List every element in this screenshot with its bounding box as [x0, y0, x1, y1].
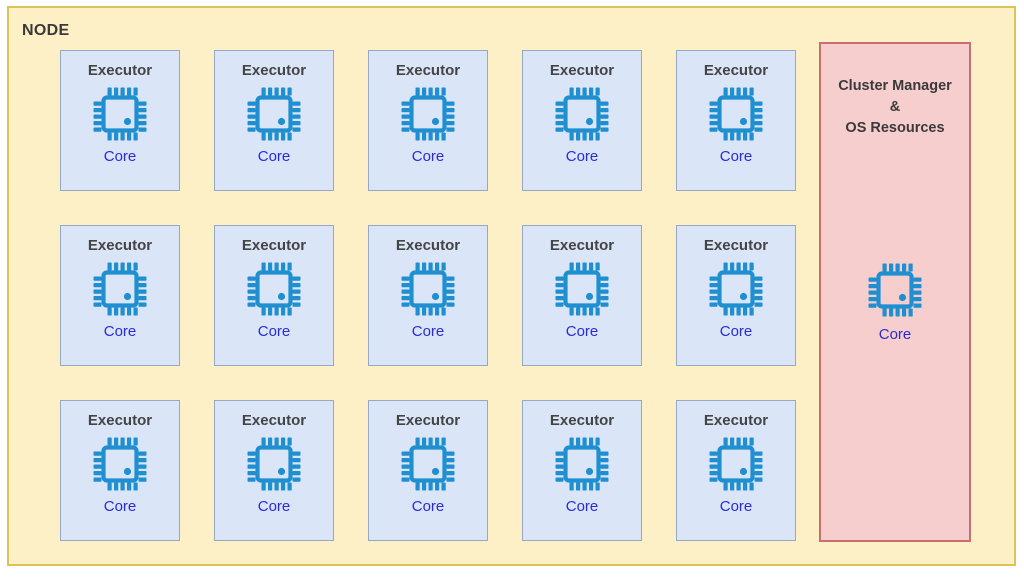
executor-card[interactable]: Executor Core [676, 400, 796, 541]
executor-core-label: Core [411, 498, 445, 515]
executor-label: Executor [703, 412, 769, 429]
executor-card[interactable]: Executor Core [60, 50, 180, 191]
executor-card[interactable]: Executor Core [522, 50, 642, 191]
cluster-core-label: Core [878, 326, 912, 343]
executor-label: Executor [241, 62, 307, 79]
executor-label: Executor [549, 62, 615, 79]
cluster-title-line-1: Cluster Manager [838, 78, 952, 94]
executor-label: Executor [395, 237, 461, 254]
executor-label: Executor [241, 237, 307, 254]
executor-card[interactable]: Executor Core [522, 225, 642, 366]
cluster-title-line-3: OS Resources [845, 120, 945, 137]
executor-card[interactable]: Executor Core [60, 225, 180, 366]
executor-label: Executor [395, 412, 461, 429]
executor-card[interactable]: Executor Core [214, 50, 334, 191]
executor-card[interactable]: Executor Core [368, 50, 488, 191]
executor-label: Executor [549, 237, 615, 254]
cpu-chip-icon [246, 261, 302, 317]
cluster-manager-title: Cluster Manager & OS Resources [821, 76, 969, 139]
cpu-chip-icon [400, 86, 456, 142]
cpu-chip-icon [708, 261, 764, 317]
executor-label: Executor [87, 412, 153, 429]
executor-core-label: Core [411, 148, 445, 165]
executor-grid: Executor Core Executor Core Executor Core Exec… [60, 50, 796, 550]
cluster-core-group: Core [821, 262, 969, 343]
cpu-chip-icon [554, 86, 610, 142]
executor-card[interactable]: Executor Core [676, 50, 796, 191]
executor-card[interactable]: Executor Core [522, 400, 642, 541]
executor-card[interactable]: Executor Core [676, 225, 796, 366]
executor-core-label: Core [565, 498, 599, 515]
executor-core-label: Core [103, 323, 137, 340]
cpu-chip-icon [246, 86, 302, 142]
executor-core-label: Core [103, 148, 137, 165]
executor-core-label: Core [257, 148, 291, 165]
executor-core-label: Core [719, 498, 753, 515]
cpu-chip-icon [92, 86, 148, 142]
executor-card[interactable]: Executor Core [368, 400, 488, 541]
executor-core-label: Core [719, 323, 753, 340]
cpu-chip-icon [92, 436, 148, 492]
executor-core-label: Core [257, 323, 291, 340]
cpu-chip-icon [400, 261, 456, 317]
cpu-chip-icon [400, 436, 456, 492]
cluster-title-line-2: & [889, 99, 901, 116]
executor-card[interactable]: Executor Core [60, 400, 180, 541]
executor-card[interactable]: Executor Core [214, 225, 334, 366]
executor-label: Executor [703, 237, 769, 254]
cpu-chip-icon [867, 262, 923, 318]
node-title: NODE [22, 22, 70, 39]
cpu-chip-icon [708, 436, 764, 492]
executor-card[interactable]: Executor Core [214, 400, 334, 541]
executor-label: Executor [703, 62, 769, 79]
executor-core-label: Core [411, 323, 445, 340]
executor-label: Executor [549, 412, 615, 429]
executor-label: Executor [395, 62, 461, 79]
executor-label: Executor [87, 237, 153, 254]
cpu-chip-icon [554, 261, 610, 317]
executor-core-label: Core [565, 148, 599, 165]
executor-core-label: Core [257, 498, 291, 515]
executor-core-label: Core [719, 148, 753, 165]
executor-core-label: Core [103, 498, 137, 515]
cpu-chip-icon [246, 436, 302, 492]
cpu-chip-icon [708, 86, 764, 142]
cpu-chip-icon [92, 261, 148, 317]
cluster-manager-panel[interactable]: Cluster Manager & OS Resources Core [819, 42, 971, 542]
node-container: NODE Executor Core Executor Core Executor Cor… [7, 6, 1016, 566]
executor-card[interactable]: Executor Core [368, 225, 488, 366]
executor-label: Executor [87, 62, 153, 79]
executor-label: Executor [241, 412, 307, 429]
executor-core-label: Core [565, 323, 599, 340]
cpu-chip-icon [554, 436, 610, 492]
